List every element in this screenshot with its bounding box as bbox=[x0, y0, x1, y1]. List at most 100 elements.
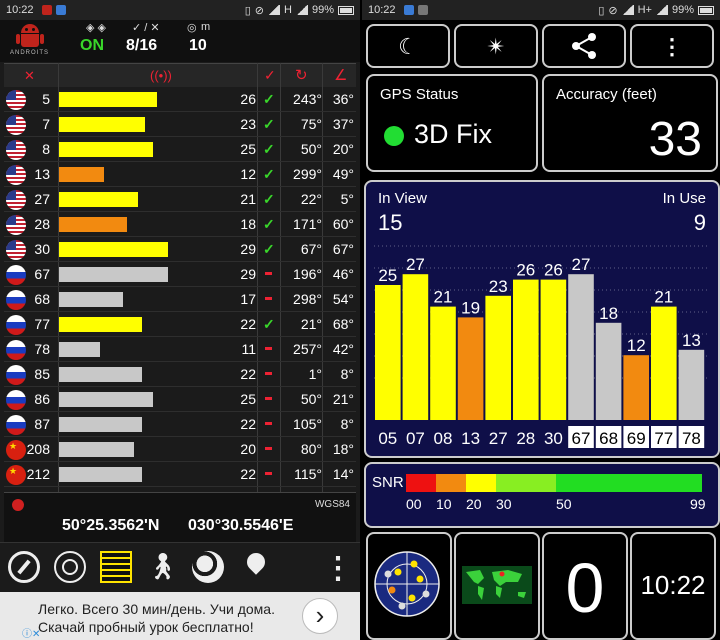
ru-flag-icon bbox=[6, 315, 26, 335]
compass-icon[interactable] bbox=[8, 551, 40, 583]
accuracy-value: 33 bbox=[648, 113, 702, 166]
snr-value: 25 bbox=[240, 391, 256, 407]
snr-tick-label: 50 bbox=[556, 496, 572, 512]
bar-value-label: 21 bbox=[434, 288, 453, 307]
snr-chart-panel: In View 15 In Use 9 25 05 27 07 21 08 19 13 23 27… bbox=[364, 180, 720, 458]
azimuth-value: 50° bbox=[300, 141, 322, 157]
category-label: 77 bbox=[654, 429, 673, 448]
globe-icon bbox=[12, 499, 24, 511]
elevation-value: 54° bbox=[332, 291, 354, 307]
snr-value: 18 bbox=[240, 216, 256, 232]
azimuth-value: 299° bbox=[293, 166, 322, 182]
snr-bar bbox=[59, 192, 138, 207]
ad-banner[interactable]: Легко. Всего 30 мин/день. Учи дома. Скач… bbox=[0, 592, 360, 640]
ad-line-2: Скачай пробный урок бесплатно! bbox=[38, 619, 254, 635]
battery-percent: 99% bbox=[311, 4, 334, 16]
sat-id: 30 bbox=[34, 241, 50, 257]
used-check-icon: ✓ bbox=[263, 216, 275, 232]
snr-tick-label: 30 bbox=[496, 496, 512, 512]
battery-icon bbox=[698, 5, 714, 15]
right-app-screen: 10:22 ▯ ⊘ H+ 99% ☾ ✴ ⋮ GPS Status 3D Fix… bbox=[362, 0, 720, 640]
snr-bar bbox=[59, 267, 168, 282]
more-button[interactable]: ⋮ bbox=[630, 24, 714, 68]
chart-bar bbox=[540, 279, 567, 420]
ad-info-icon[interactable]: ⓘ✕ bbox=[22, 625, 40, 640]
chart-bar bbox=[375, 285, 401, 420]
share-button[interactable] bbox=[542, 24, 626, 68]
more-vert-icon: ⋮ bbox=[661, 34, 683, 59]
snr-value: 17 bbox=[240, 291, 256, 307]
globe-icon[interactable] bbox=[192, 551, 224, 583]
more-vert-icon[interactable]: ⋮ bbox=[322, 551, 354, 585]
gps-state: ON bbox=[80, 37, 104, 54]
unused-dash-icon bbox=[265, 272, 272, 275]
walk-icon[interactable]: 🚶︎ bbox=[146, 551, 179, 583]
azimuth-value: 21° bbox=[300, 316, 322, 332]
status-bar: 10:22 ▯ ⊘ H 99% bbox=[0, 0, 360, 20]
alarm-icon: ⊘ bbox=[608, 4, 618, 17]
battery-percent: 99% bbox=[671, 4, 694, 16]
elevation-value: 21° bbox=[332, 391, 354, 407]
table-row: 7 23 ✓ 75° 37° bbox=[4, 112, 356, 137]
table-row: 86 25 50° 21° bbox=[4, 387, 356, 412]
snr-value: 21 bbox=[240, 191, 256, 207]
world-map-tile[interactable] bbox=[454, 532, 540, 640]
us-flag-icon bbox=[6, 190, 26, 210]
used-check-icon: ✓ bbox=[263, 316, 275, 332]
unused-dash-icon bbox=[265, 472, 272, 475]
chart-bar bbox=[485, 295, 511, 420]
table-header: ✕ ((•)) ✓ ↻ ∠ bbox=[4, 63, 356, 87]
used-check-icon: ✓ bbox=[263, 116, 275, 132]
clock-value: 10:22 bbox=[640, 570, 706, 600]
coordinates-panel: WGS84 50°25.3562'N 030°30.5546'E bbox=[4, 492, 356, 542]
vibrate-icon: ▯ bbox=[598, 4, 605, 17]
ru-flag-icon bbox=[6, 365, 26, 385]
table-row: 78 11 257° 42° bbox=[4, 337, 356, 362]
snr-bar bbox=[59, 167, 104, 182]
us-flag-icon bbox=[6, 115, 26, 135]
snr-bar bbox=[59, 142, 153, 157]
radar-icon[interactable] bbox=[54, 551, 86, 583]
table-row: 68 17 298° 54° bbox=[4, 287, 356, 312]
bar-value-label: 18 bbox=[599, 304, 618, 323]
sat-id: 7 bbox=[42, 116, 50, 132]
snr-tick-label: 20 bbox=[466, 496, 482, 512]
category-label: 27 bbox=[489, 429, 508, 448]
ad-open-button[interactable]: › bbox=[302, 598, 338, 634]
snr-bar bbox=[59, 317, 142, 332]
altitude-icon: ◎ bbox=[187, 22, 197, 34]
cn-flag-icon bbox=[6, 440, 26, 460]
snr-value: 26 bbox=[240, 91, 256, 107]
bar-value-label: 27 bbox=[406, 255, 425, 274]
sat-id: 86 bbox=[34, 391, 50, 407]
sat-id: 68 bbox=[34, 291, 50, 307]
used-header: ✓ bbox=[264, 67, 276, 83]
elevation-value: 46° bbox=[332, 266, 354, 282]
azimuth-icon: ↻ bbox=[295, 67, 308, 84]
bar-value-label: 25 bbox=[378, 266, 397, 285]
sky-view-tile[interactable] bbox=[366, 532, 452, 640]
chart-bar bbox=[568, 274, 594, 420]
snr-value: 29 bbox=[240, 266, 256, 282]
category-label: 08 bbox=[434, 429, 453, 448]
compass-rose-button[interactable]: ✴ bbox=[454, 24, 538, 68]
gps-header: ANDROITS ◈ ◈ ON ✓ / ✕ 8/16 ◎ m 10 bbox=[0, 20, 360, 62]
snr-scale-segment bbox=[406, 474, 436, 492]
night-mode-button[interactable]: ☾ bbox=[366, 24, 450, 68]
signal-icon-2 bbox=[655, 5, 668, 15]
fix-indicator-icon bbox=[384, 126, 404, 146]
used-check-icon: ✓ bbox=[263, 241, 275, 257]
location-pin-icon[interactable] bbox=[240, 549, 272, 583]
satellites-icon: ✓ / ✕ bbox=[132, 22, 160, 34]
azimuth-value: 171° bbox=[293, 216, 322, 232]
left-app-screen: 10:22 ▯ ⊘ H 99% ANDROITS ◈ ◈ ON ✓ / ✕ 8/… bbox=[0, 0, 360, 640]
elevation-icon: ∠ bbox=[334, 67, 348, 84]
cn-flag-icon bbox=[6, 465, 26, 485]
snr-scale-segment bbox=[556, 474, 702, 492]
gps-status-title: GPS Status bbox=[380, 86, 459, 103]
unused-dash-icon bbox=[265, 297, 272, 300]
ruler-icon[interactable] bbox=[100, 551, 132, 583]
sat-id: 28 bbox=[34, 216, 50, 232]
notification-icon bbox=[55, 5, 66, 15]
network-type: H bbox=[284, 4, 292, 16]
